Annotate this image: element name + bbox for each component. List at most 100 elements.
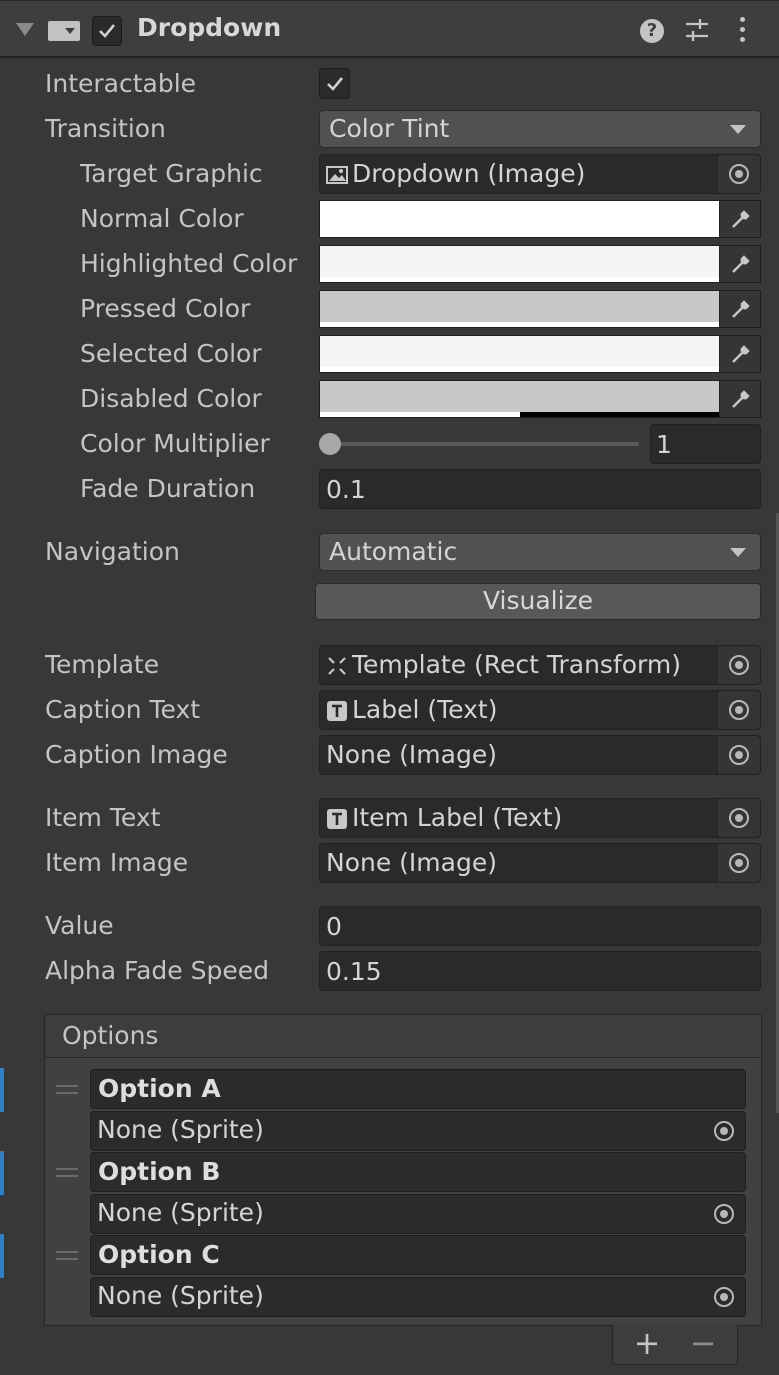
presets-icon[interactable]	[684, 17, 710, 43]
caption-text-value: Label (Text)	[352, 695, 498, 724]
highlighted-color-alpha-bar	[320, 277, 720, 282]
item-text-label: Item Text	[45, 803, 161, 832]
highlighted-color-field[interactable]	[319, 245, 761, 283]
check-icon	[327, 77, 344, 91]
highlighted-color-eyedropper[interactable]	[719, 246, 760, 282]
options-header[interactable]: Options	[44, 1014, 762, 1058]
navigation-label: Navigation	[45, 537, 180, 566]
pressed-color-eyedropper[interactable]	[719, 291, 760, 327]
normal-color-swatch[interactable]	[320, 201, 720, 237]
pressed-color-alpha-bar	[320, 322, 720, 327]
color-multiplier-slider-track[interactable]	[324, 442, 639, 446]
disabled-color-eyedropper[interactable]	[719, 381, 760, 417]
fade-duration-input[interactable]: 0.1	[319, 469, 761, 509]
caption-text-field[interactable]: Label (Text)	[319, 690, 761, 730]
option-c-sprite-field[interactable]: None (Sprite)	[90, 1277, 746, 1317]
list-footer: + −	[612, 1325, 738, 1365]
caption-text-label: Caption Text	[45, 695, 201, 724]
interactable-label: Interactable	[45, 69, 197, 98]
selected-color-label: Selected Color	[80, 339, 262, 368]
kebab-menu-icon[interactable]	[738, 17, 746, 45]
selected-color-field[interactable]	[319, 335, 761, 373]
eyedropper-icon	[732, 300, 750, 318]
option-selection-indicator	[0, 1151, 4, 1195]
template-field[interactable]: Template (Rect Transform)	[319, 645, 761, 685]
color-multiplier-slider-thumb[interactable]	[319, 433, 341, 455]
drag-handle-icon[interactable]	[56, 1251, 78, 1265]
object-picker-icon	[714, 1121, 734, 1141]
item-text-picker[interactable]	[717, 799, 760, 837]
object-picker-icon	[714, 1204, 734, 1224]
item-text-value: Item Label (Text)	[352, 803, 563, 832]
alpha-fade-speed-label: Alpha Fade Speed	[45, 956, 269, 985]
fade-duration-label: Fade Duration	[80, 474, 256, 503]
transition-value: Color Tint	[329, 114, 450, 143]
text-type-icon	[327, 701, 347, 721]
transition-label: Transition	[45, 114, 166, 143]
object-picker-icon	[729, 853, 749, 873]
color-multiplier-label: Color Multiplier	[80, 429, 270, 458]
target-graphic-field[interactable]: Dropdown (Image)	[319, 154, 761, 194]
item-image-picker[interactable]	[717, 844, 760, 882]
option-c-text-field[interactable]: Option C	[90, 1235, 746, 1275]
highlighted-color-label: Highlighted Color	[80, 249, 298, 278]
object-picker-icon	[729, 700, 749, 720]
object-picker-icon	[729, 808, 749, 828]
normal-color-eyedropper[interactable]	[719, 201, 760, 237]
template-label: Template	[45, 650, 160, 679]
add-option-button[interactable]: +	[619, 1325, 675, 1364]
value-label: Value	[45, 911, 114, 940]
selected-color-eyedropper[interactable]	[719, 336, 760, 372]
target-graphic-picker[interactable]	[717, 155, 760, 193]
remove-option-button[interactable]: −	[675, 1325, 731, 1364]
option-b-sprite-field[interactable]: None (Sprite)	[90, 1194, 746, 1234]
object-picker-icon	[729, 655, 749, 675]
options-header-label: Options	[62, 1021, 159, 1050]
normal-color-field[interactable]	[319, 200, 761, 238]
eyedropper-icon	[732, 255, 750, 273]
component-header[interactable]: Dropdown ?	[0, 0, 779, 58]
visualize-button[interactable]: Visualize	[315, 583, 761, 620]
image-type-icon	[326, 166, 348, 184]
item-image-field[interactable]: None (Image)	[319, 843, 761, 883]
navigation-dropdown[interactable]: Automatic	[319, 533, 761, 571]
template-value: Template (Rect Transform)	[352, 650, 682, 679]
dropdown-component-icon	[48, 21, 80, 41]
alpha-fade-speed-input[interactable]: 0.15	[319, 951, 761, 991]
disabled-color-field[interactable]	[319, 380, 761, 418]
pressed-color-field[interactable]	[319, 290, 761, 328]
object-picker-icon	[729, 164, 749, 184]
caption-text-picker[interactable]	[717, 691, 760, 729]
option-a-sprite-picker[interactable]	[703, 1112, 745, 1150]
template-picker[interactable]	[717, 646, 760, 684]
item-image-label: Item Image	[45, 848, 189, 877]
option-selection-indicator	[0, 1068, 4, 1112]
eyedropper-icon	[732, 345, 750, 363]
caption-image-label: Caption Image	[45, 740, 228, 769]
value-input[interactable]: 0	[319, 906, 761, 946]
disabled-color-label: Disabled Color	[80, 384, 262, 413]
component-enabled-checkbox[interactable]	[92, 16, 122, 46]
option-a-sprite-field[interactable]: None (Sprite)	[90, 1111, 746, 1151]
component-title: Dropdown	[137, 13, 282, 42]
item-text-field[interactable]: Item Label (Text)	[319, 798, 761, 838]
triangle-down-icon[interactable]	[16, 23, 34, 36]
object-picker-icon	[729, 745, 749, 765]
drag-handle-icon[interactable]	[56, 1085, 78, 1099]
help-icon[interactable]: ?	[640, 19, 664, 43]
color-multiplier-input[interactable]: 1	[650, 424, 761, 464]
interactable-checkbox[interactable]	[319, 68, 350, 99]
eyedropper-icon	[732, 390, 750, 408]
option-c-sprite-picker[interactable]	[703, 1278, 745, 1316]
transition-dropdown[interactable]: Color Tint	[319, 110, 761, 148]
selected-color-alpha-bar	[320, 367, 720, 372]
chevron-down-icon	[730, 548, 746, 557]
caption-image-picker[interactable]	[717, 736, 760, 774]
option-b-text-field[interactable]: Option B	[90, 1152, 746, 1192]
target-graphic-value: Dropdown (Image)	[352, 159, 586, 188]
option-b-sprite-picker[interactable]	[703, 1195, 745, 1233]
option-a-text-field[interactable]: Option A	[90, 1069, 746, 1109]
option-selection-indicator	[0, 1234, 4, 1278]
caption-image-field[interactable]: None (Image)	[319, 735, 761, 775]
drag-handle-icon[interactable]	[56, 1168, 78, 1182]
